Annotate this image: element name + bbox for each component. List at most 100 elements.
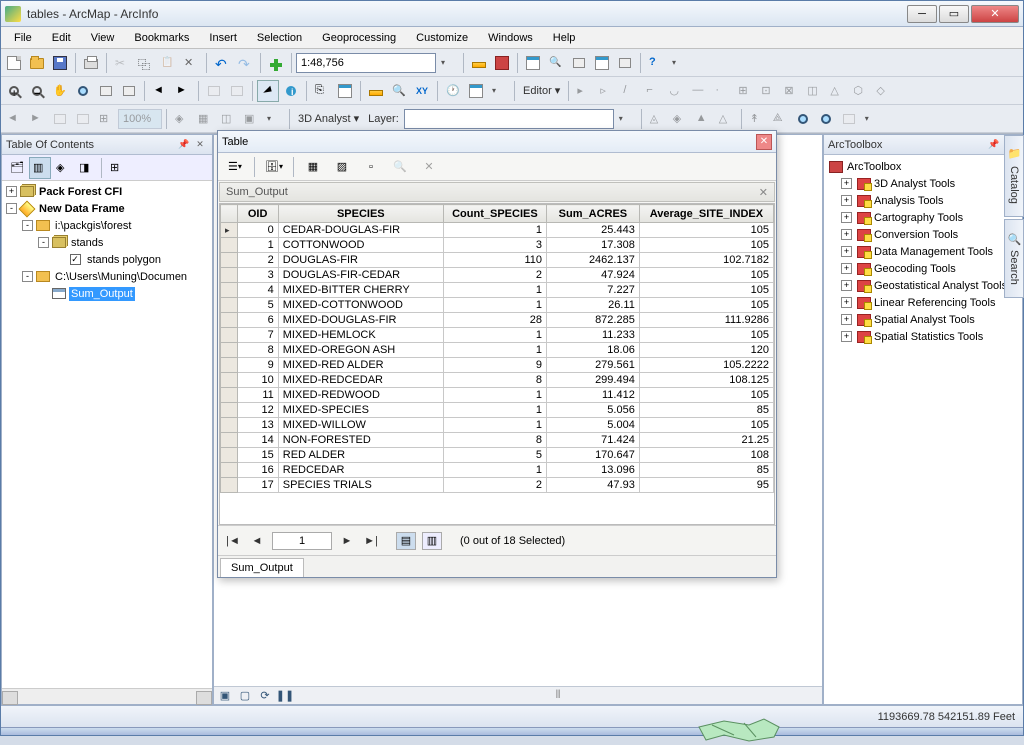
cell[interactable]: 7.227 (546, 283, 639, 298)
cell[interactable]: 8 (237, 343, 278, 358)
model-builder-button[interactable] (614, 52, 636, 74)
cell[interactable]: 105.2222 (639, 358, 773, 373)
tree-row[interactable]: ✓stands polygon (4, 251, 210, 268)
menu-file[interactable]: File (5, 29, 41, 47)
search-button[interactable] (545, 52, 567, 74)
cell[interactable]: 28 (443, 313, 546, 328)
cell[interactable]: 15 (237, 448, 278, 463)
hyperlink-button[interactable]: ⎘ (311, 80, 333, 102)
row-selector[interactable] (221, 268, 238, 283)
cell[interactable]: NON-FORESTED (278, 433, 443, 448)
show-selected-records-button[interactable]: ▥ (422, 532, 442, 550)
related-tables-button[interactable]: 🗄▾ (261, 156, 287, 178)
analyst-btn-6[interactable]: ◫ (217, 108, 239, 130)
expand-button[interactable]: + (841, 246, 852, 257)
menu-view[interactable]: View (82, 29, 124, 47)
cell[interactable]: DOUGLAS-FIR-CEDAR (278, 268, 443, 283)
cell[interactable]: 85 (639, 403, 773, 418)
cell[interactable]: 105 (639, 268, 773, 283)
cell[interactable]: 21.25 (639, 433, 773, 448)
table-row[interactable]: 11MIXED-REDWOOD111.412105 (221, 388, 774, 403)
table-grid[interactable]: OIDSPECIESCount_SPECIESSum_ACRESAverage_… (219, 203, 775, 525)
select-elements-button[interactable] (257, 80, 279, 102)
find-xy-button[interactable]: XY (411, 80, 433, 102)
cell[interactable]: 1 (443, 418, 546, 433)
pause-drawing-button[interactable]: ❚❚ (278, 689, 292, 703)
close-button[interactable]: ✕ (971, 5, 1019, 23)
data-grid-body[interactable]: 0CEDAR-DOUGLAS-FIR125.4431051COTTONWOOD3… (221, 223, 774, 493)
editor-toolbar-button[interactable] (468, 52, 490, 74)
expand-button[interactable]: + (841, 212, 852, 223)
row-selector[interactable] (221, 313, 238, 328)
scale-input[interactable] (296, 53, 436, 73)
prev-record-button[interactable]: ◄ (248, 532, 266, 550)
cell[interactable]: MIXED-REDWOOD (278, 388, 443, 403)
cell[interactable]: 279.561 (546, 358, 639, 373)
cell[interactable]: 6 (237, 313, 278, 328)
cell[interactable]: 105 (639, 298, 773, 313)
table-row[interactable]: 12MIXED-SPECIES15.05685 (221, 403, 774, 418)
row-selector[interactable] (221, 388, 238, 403)
first-record-button[interactable]: |◄ (224, 532, 242, 550)
cell[interactable]: MIXED-OREGON ASH (278, 343, 443, 358)
cell[interactable]: 105 (639, 328, 773, 343)
list-by-source-button[interactable]: ▥ (29, 157, 51, 179)
expand-button[interactable]: - (22, 271, 33, 282)
copy-button[interactable] (134, 52, 156, 74)
html-popup-button[interactable] (334, 80, 356, 102)
toolbar-chevron-3[interactable] (263, 108, 285, 130)
row-selector[interactable] (221, 298, 238, 313)
cell[interactable]: 111.9286 (639, 313, 773, 328)
cell[interactable]: 5 (237, 298, 278, 313)
measure-button[interactable] (365, 80, 387, 102)
new-document-button[interactable] (3, 52, 25, 74)
row-selector[interactable] (221, 238, 238, 253)
arctoolbox-root[interactable]: ArcToolbox (827, 158, 1019, 175)
layer-checkbox[interactable]: ✓ (67, 253, 83, 267)
row-selector[interactable] (221, 433, 238, 448)
add-data-button[interactable] (265, 52, 287, 74)
cell[interactable]: 18.06 (546, 343, 639, 358)
tree-label[interactable]: Pack Forest CFI (37, 185, 124, 199)
toolbox-item[interactable]: +3D Analyst Tools (827, 175, 1019, 192)
cell[interactable]: 10 (237, 373, 278, 388)
row-selector[interactable] (221, 253, 238, 268)
row-selector[interactable] (221, 328, 238, 343)
table-row[interactable]: 8MIXED-OREGON ASH118.06120 (221, 343, 774, 358)
cell[interactable]: 9 (443, 358, 546, 373)
expand-button[interactable]: - (22, 220, 33, 231)
cell[interactable]: 2 (237, 253, 278, 268)
cell[interactable]: MIXED-RED ALDER (278, 358, 443, 373)
cell[interactable]: 120 (639, 343, 773, 358)
tree-label[interactable]: New Data Frame (37, 202, 127, 216)
cell[interactable]: 8 (443, 373, 546, 388)
row-selector[interactable] (221, 223, 238, 238)
switch-selection-button[interactable]: ▨ (329, 156, 355, 178)
row-selector[interactable] (221, 358, 238, 373)
cell[interactable]: 1 (443, 403, 546, 418)
paste-button[interactable] (157, 52, 179, 74)
cell[interactable]: CEDAR-DOUGLAS-FIR (278, 223, 443, 238)
table-row[interactable]: 2DOUGLAS-FIR1102462.137102.7182 (221, 253, 774, 268)
row-selector[interactable] (221, 418, 238, 433)
toolbox-item[interactable]: +Geocoding Tools (827, 260, 1019, 277)
cell[interactable]: 11.412 (546, 388, 639, 403)
table-titlebar[interactable]: Table ✕ (218, 131, 776, 153)
cell[interactable]: MIXED-WILLOW (278, 418, 443, 433)
fixed-zoom-in-button[interactable] (95, 80, 117, 102)
tree-label[interactable]: i:\packgis\forest (53, 219, 133, 233)
show-all-records-button[interactable]: ▤ (396, 532, 416, 550)
table-row[interactable]: 3DOUGLAS-FIR-CEDAR247.924105 (221, 268, 774, 283)
cell[interactable]: 5.056 (546, 403, 639, 418)
toolbox-item[interactable]: +Geostatistical Analyst Tools (827, 277, 1019, 294)
cell[interactable]: MIXED-HEMLOCK (278, 328, 443, 343)
cell[interactable]: 9 (237, 358, 278, 373)
cell[interactable]: 105 (639, 238, 773, 253)
toolbox-item[interactable]: +Analysis Tools (827, 192, 1019, 209)
cell[interactable]: DOUGLAS-FIR (278, 253, 443, 268)
tree-row[interactable]: -stands (4, 234, 210, 251)
cell[interactable]: 1 (443, 298, 546, 313)
table-row[interactable]: 1COTTONWOOD317.308105 (221, 238, 774, 253)
cell[interactable]: 1 (443, 223, 546, 238)
clear-table-selection-button[interactable]: ▫ (358, 156, 384, 178)
